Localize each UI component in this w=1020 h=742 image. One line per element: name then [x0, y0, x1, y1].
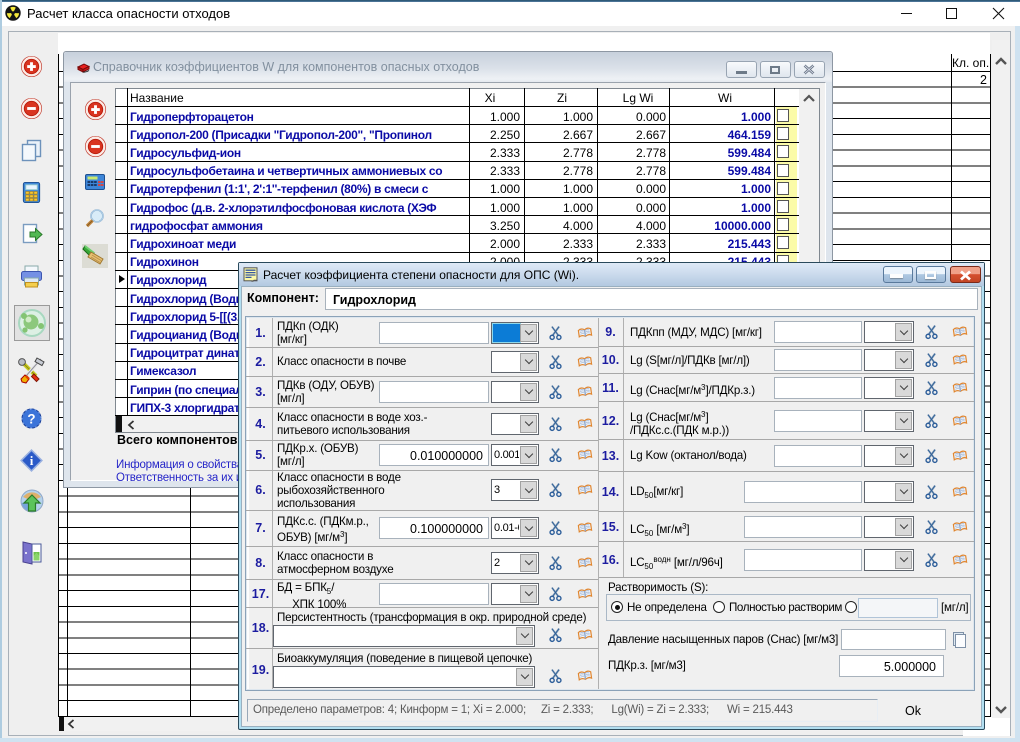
svg-text:?: ?	[27, 411, 35, 426]
svg-text:i: i	[30, 453, 34, 468]
